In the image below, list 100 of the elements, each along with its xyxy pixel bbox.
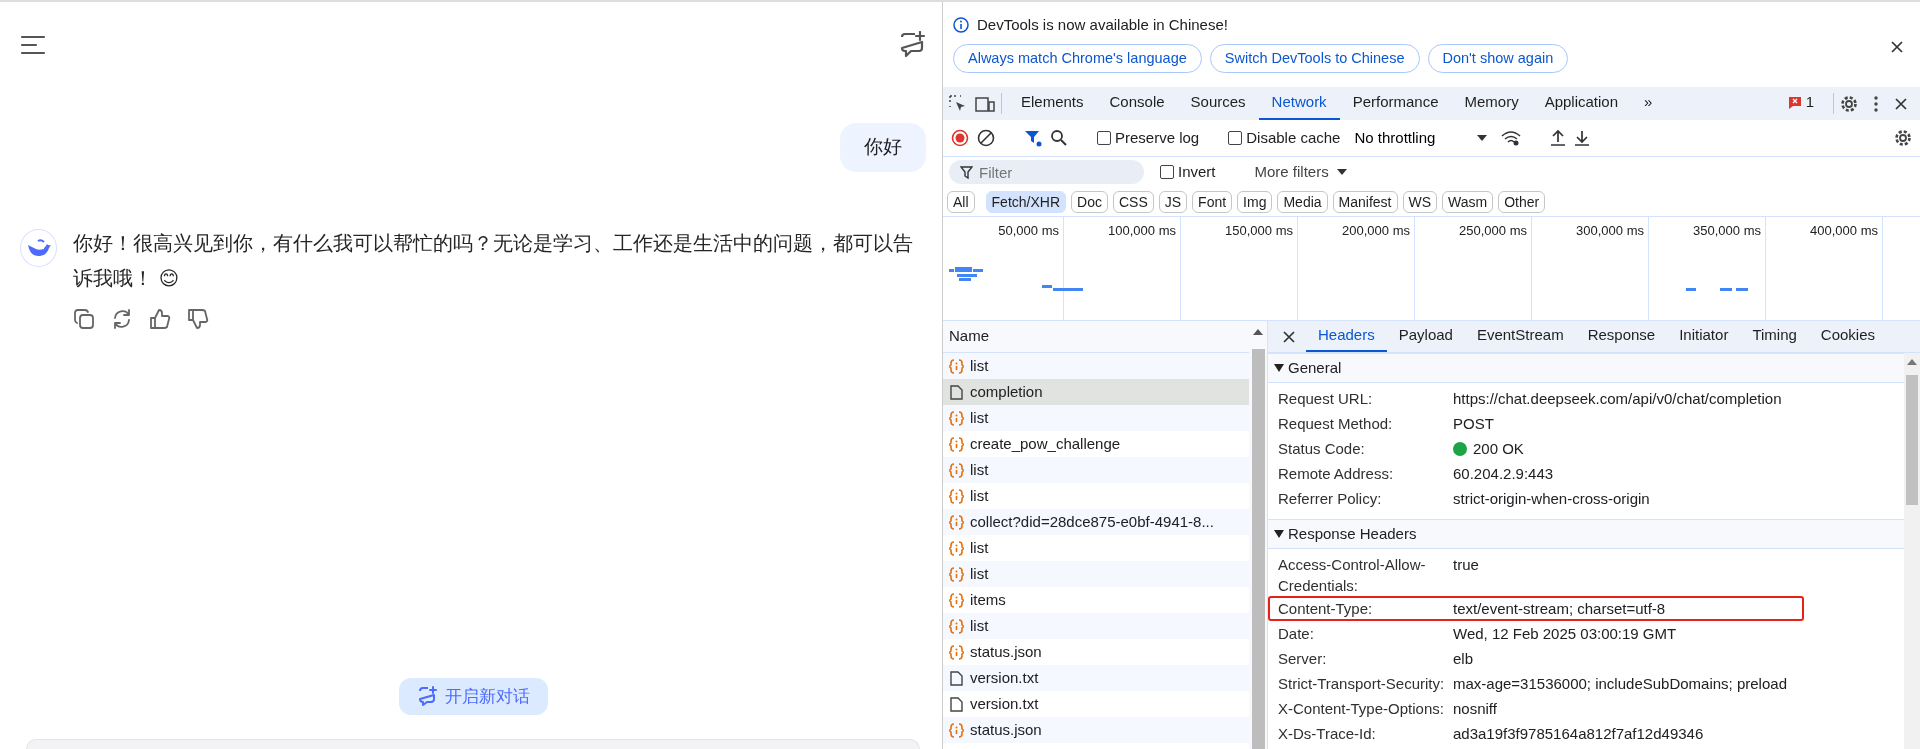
settings-icon[interactable] (1894, 129, 1912, 147)
header-name: Status Code: (1278, 439, 1366, 459)
type-filter-chip[interactable]: Fetch/XHR (985, 190, 1067, 213)
request-row[interactable]: list (943, 561, 1249, 587)
copy-icon[interactable] (73, 307, 96, 330)
detail-tab[interactable]: EventStream (1464, 321, 1576, 352)
close-icon[interactable] (1894, 96, 1908, 111)
request-name: completion (970, 381, 1043, 402)
type-filter-chip[interactable]: Wasm (1442, 190, 1494, 213)
type-filter-chip[interactable]: JS (1158, 190, 1188, 213)
thumbs-down-icon[interactable] (187, 307, 210, 330)
request-row[interactable]: version.txt (943, 691, 1249, 717)
search-icon[interactable] (1050, 129, 1068, 147)
panel-tab[interactable]: Performance (1339, 87, 1452, 120)
type-filter-chip[interactable]: Other (1498, 190, 1546, 213)
request-row[interactable]: list (943, 483, 1249, 509)
detail-tab[interactable]: Initiator (1667, 321, 1741, 352)
braces-icon (949, 566, 964, 582)
infobar-button[interactable]: Always match Chrome's language (953, 43, 1202, 74)
infobar-button[interactable]: Switch DevTools to Chinese (1209, 43, 1420, 74)
header-name: Server: (1278, 649, 1328, 669)
message-input[interactable] (26, 739, 920, 749)
tick-label: 400,000 ms (1766, 217, 1883, 320)
request-row[interactable]: version.txt (943, 665, 1249, 691)
header-name: Request URL: (1278, 389, 1374, 409)
download-icon[interactable] (1574, 129, 1591, 147)
type-filter-chip[interactable]: Font (1192, 190, 1233, 213)
scrollbar[interactable] (1249, 321, 1267, 749)
menu-icon[interactable] (20, 34, 46, 56)
issues-counter[interactable]: 1 (1774, 87, 1827, 120)
device-icon[interactable] (975, 94, 995, 113)
upload-icon[interactable] (1550, 129, 1567, 147)
header-name: X-Content-Type-Options: (1278, 699, 1445, 719)
request-row[interactable]: list (943, 405, 1249, 431)
scrollbar[interactable] (1904, 353, 1920, 749)
panel-tab[interactable]: Console (1096, 87, 1178, 120)
request-row[interactable]: create_pow_challenge (943, 431, 1249, 457)
infobar-button[interactable]: Don't show again (1427, 43, 1569, 74)
request-name: status.json (970, 719, 1042, 740)
request-row[interactable]: completion (943, 379, 1249, 405)
section-header[interactable]: General (1268, 353, 1904, 383)
type-filter-chip[interactable]: All (947, 190, 975, 213)
type-filter-chip[interactable]: Doc (1071, 190, 1108, 213)
new-chat-icon[interactable] (898, 31, 926, 59)
panel-tab[interactable]: Memory (1451, 87, 1532, 120)
panel-tab[interactable]: Sources (1177, 87, 1259, 120)
detail-tab[interactable]: Timing (1740, 321, 1809, 352)
inspect-icon[interactable] (949, 94, 967, 113)
more-options-icon[interactable] (1874, 95, 1878, 112)
braces-icon (949, 436, 964, 452)
checkbox[interactable]: Invert (1160, 160, 1216, 184)
type-filter-chip[interactable]: Media (1277, 190, 1328, 213)
more-filters-dropdown[interactable]: More filters (1248, 159, 1353, 185)
request-row[interactable]: collect?did=28dce875-e0bf-4941-8... (943, 509, 1249, 535)
type-filter-chip[interactable]: Img (1237, 190, 1273, 213)
request-name: list (970, 563, 989, 584)
type-filter-chip[interactable]: Manifest (1332, 190, 1398, 213)
close-icon[interactable] (1282, 330, 1296, 344)
network-conditions-icon[interactable] (1501, 130, 1522, 146)
scroll-up-icon (1253, 329, 1263, 335)
record-icon[interactable] (951, 129, 969, 147)
clear-icon[interactable] (977, 129, 995, 147)
detail-tab[interactable]: Response (1575, 321, 1668, 352)
checkbox[interactable]: Preserve log (1097, 126, 1200, 150)
braces-icon (949, 462, 964, 478)
scrollbar-thumb[interactable] (1251, 349, 1265, 749)
panel-tab[interactable]: Elements (1008, 87, 1097, 120)
filter-icon[interactable] (1024, 129, 1042, 147)
detail-tab[interactable]: Cookies (1808, 321, 1888, 352)
column-header[interactable]: Name (943, 321, 1249, 353)
new-chat-button[interactable]: 开启新对话 (398, 677, 548, 715)
checkbox[interactable]: Disable cache (1228, 126, 1341, 150)
header-name: Access-Control-Allow-Credentials: (1278, 555, 1427, 596)
thumbs-up-icon[interactable] (149, 307, 172, 330)
error-icon (1787, 96, 1802, 109)
request-row[interactable]: list (943, 353, 1249, 379)
request-row[interactable]: items (943, 587, 1249, 613)
request-row[interactable]: list (943, 535, 1249, 561)
scrollbar-thumb[interactable] (1906, 375, 1918, 505)
header-value: 60.204.2.9:443 (1453, 464, 1554, 484)
close-icon[interactable] (1890, 40, 1904, 54)
settings-icon[interactable] (1840, 94, 1858, 113)
filter-field[interactable]: Filter (949, 160, 1144, 184)
request-row[interactable]: list (943, 613, 1249, 639)
more-tabs-button[interactable]: » (1631, 87, 1666, 120)
panel-tab[interactable]: Application (1531, 87, 1632, 120)
type-filter-chip[interactable]: WS (1402, 190, 1438, 213)
request-row[interactable]: list (943, 457, 1249, 483)
section-header[interactable]: Response Headers (1268, 519, 1904, 549)
panel-tab[interactable]: Network (1258, 87, 1340, 120)
throttling-dropdown[interactable]: No throttling (1348, 125, 1494, 151)
request-row[interactable]: status.json (943, 717, 1249, 743)
header-value: nosniff (1453, 699, 1497, 719)
braces-icon (949, 644, 964, 660)
request-row[interactable]: status.json (943, 639, 1249, 665)
type-filter-chip[interactable]: CSS (1112, 190, 1154, 213)
assistant-avatar (20, 228, 58, 267)
braces-icon (949, 410, 964, 426)
detail-tab[interactable]: Payload (1386, 321, 1465, 352)
document-icon (949, 696, 964, 712)
